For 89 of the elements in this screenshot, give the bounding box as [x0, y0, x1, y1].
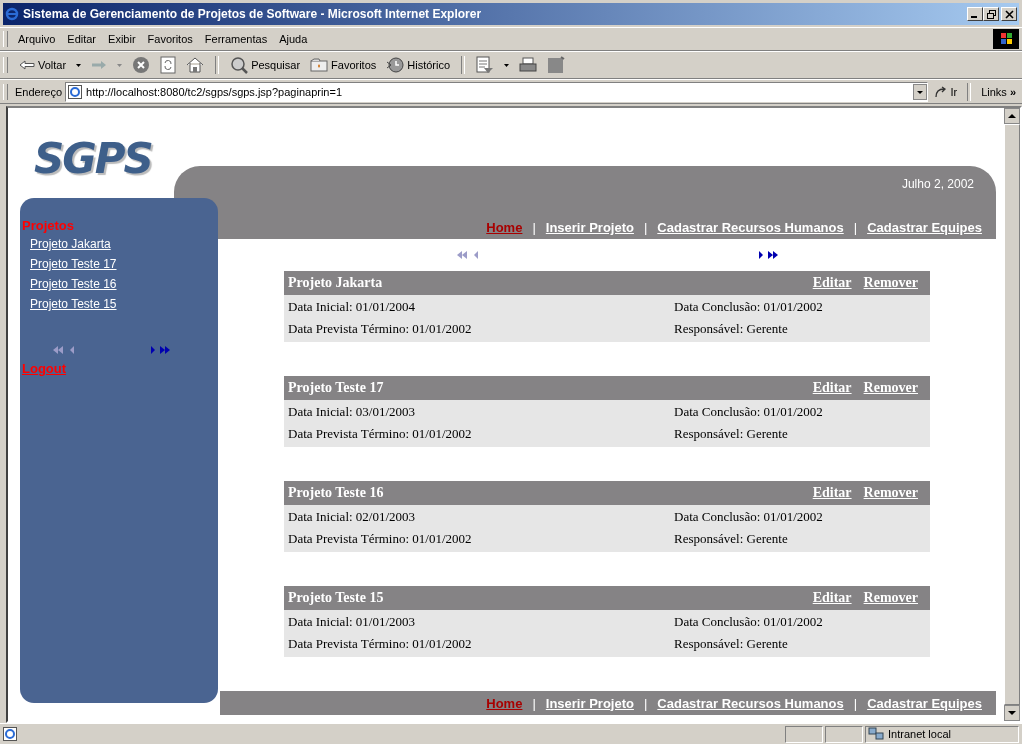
separator-text: | [853, 220, 858, 235]
close-button[interactable] [1001, 7, 1017, 21]
menu-item[interactable]: Ferramentas [198, 33, 274, 45]
field-text: Data Conclusão: 01/01/2002 [674, 509, 824, 525]
field-text: Data Inicial: 01/01/2004 [288, 299, 417, 315]
back-button[interactable]: Voltar [16, 59, 70, 71]
date-text: Julho 2, 2002 [901, 177, 974, 191]
project-link[interactable]: Projeto Teste 17 [20, 257, 117, 271]
field-text: Data Conclusão: 01/01/2002 [674, 404, 824, 420]
field-text: Responsável: Gerente [674, 531, 789, 547]
browser-logo-icon [5, 7, 19, 21]
field-text: Data Conclusão: 01/01/2002 [674, 299, 824, 315]
clock-icon [386, 57, 405, 73]
address-field[interactable]: http://localhost:8080/tc2/sgps/sgps.jsp?paginaprin=1 [65, 81, 929, 102]
project-link[interactable]: Projeto Teste 16 [20, 277, 117, 291]
nav-link[interactable]: Cadastrar Equipes [867, 695, 982, 711]
field-text: Data Inicial: 03/01/2003 [288, 404, 417, 420]
go-button[interactable]: Ir [931, 85, 961, 98]
windows-logo-icon [993, 29, 1019, 49]
search-icon [230, 56, 249, 74]
favorites-button[interactable]: Favoritos [307, 58, 380, 72]
dropdown-arrow-icon[interactable] [76, 63, 82, 67]
separator-text: | [532, 695, 536, 711]
logo: SGPS [33, 134, 153, 183]
search-button[interactable]: Pesquisar [227, 56, 304, 74]
history-button[interactable]: Histórico [383, 57, 454, 73]
project-title: Projeto Teste 15 [288, 590, 384, 606]
stop-icon[interactable] [132, 56, 151, 74]
field-text: Data Prevista Término: 01/01/2002 [288, 531, 473, 547]
separator-text: | [643, 695, 648, 711]
back-arrow-icon [19, 60, 35, 70]
separator-text: | [532, 220, 536, 235]
printer-icon[interactable] [519, 57, 538, 73]
window-title: Sistema de Gerenciamento de Projetos de Software - Microsoft Internet Explorer [23, 7, 482, 21]
field-text: Data Conclusão: 01/01/2002 [674, 614, 824, 630]
field-text: Responsável: Gerente [674, 636, 789, 652]
maximize-button[interactable] [983, 7, 999, 21]
refresh-icon[interactable] [160, 56, 177, 74]
project-link[interactable]: Projeto Teste 15 [20, 297, 117, 311]
right-arrow-icon[interactable] [756, 250, 764, 260]
address-label: Endereço [15, 85, 63, 98]
nav-link[interactable]: Inserir Projeto [545, 220, 634, 235]
field-text: Data Inicial: 02/01/2003 [288, 509, 417, 525]
action-link[interactable]: Remover [863, 380, 918, 396]
home-icon[interactable] [186, 56, 205, 74]
scroll-up-icon[interactable] [1004, 108, 1020, 124]
action-link[interactable]: Editar [812, 485, 852, 501]
separator-text: | [853, 695, 858, 711]
links-button[interactable]: Links » [978, 85, 1019, 98]
action-link[interactable]: Editar [812, 380, 852, 396]
action-link[interactable]: Remover [863, 275, 918, 291]
nav-link[interactable]: Inserir Projeto [545, 695, 634, 711]
project-link[interactable]: Projeto Jakarta [20, 237, 111, 251]
project-title: Projeto Jakarta [288, 275, 383, 291]
action-link[interactable]: Remover [863, 485, 918, 501]
project-title: Projeto Teste 17 [288, 380, 384, 396]
action-link[interactable]: Remover [863, 590, 918, 606]
sidebar-heading: Projetos [21, 218, 75, 233]
menu-item[interactable]: Arquivo [12, 33, 62, 45]
action-link[interactable]: Editar [812, 275, 852, 291]
field-text: Data Inicial: 01/01/2003 [288, 614, 417, 630]
network-icon [868, 727, 884, 741]
field-text: Data Prevista Término: 01/01/2002 [288, 426, 473, 442]
status-pane [785, 725, 823, 743]
field-text: Responsável: Gerente [674, 426, 789, 442]
page-icon [3, 727, 17, 741]
dropdown-arrow-icon[interactable] [504, 63, 510, 67]
separator-text: | [643, 220, 648, 235]
field-text: Data Prevista Término: 01/01/2002 [288, 321, 473, 337]
project-title: Projeto Teste 16 [288, 485, 384, 501]
action-link[interactable]: Editar [812, 590, 852, 606]
field-text: Data Prevista Término: 01/01/2002 [288, 636, 473, 652]
zone-text: Intranet local [888, 728, 951, 740]
double-right-arrow-icon[interactable] [767, 250, 779, 260]
menu-item[interactable]: Editar [61, 33, 103, 45]
nav-link[interactable]: Cadastrar Recursos Humanos [657, 220, 844, 235]
folder-icon [310, 58, 329, 72]
restore-icon [986, 9, 996, 19]
close-icon [1004, 9, 1014, 19]
scroll-down-icon[interactable] [1004, 705, 1020, 721]
page-icon [68, 84, 83, 99]
nav-link[interactable]: Cadastrar Recursos Humanos [657, 695, 844, 711]
field-text: Responsável: Gerente [674, 321, 789, 337]
menu-item[interactable]: Favoritos [141, 33, 199, 45]
menu-item[interactable]: Ajuda [273, 33, 314, 45]
nav-link[interactable]: Cadastrar Equipes [867, 220, 982, 235]
minimize-button[interactable] [967, 7, 983, 21]
menu-item[interactable]: Exibir [102, 33, 142, 45]
status-pane [825, 725, 863, 743]
